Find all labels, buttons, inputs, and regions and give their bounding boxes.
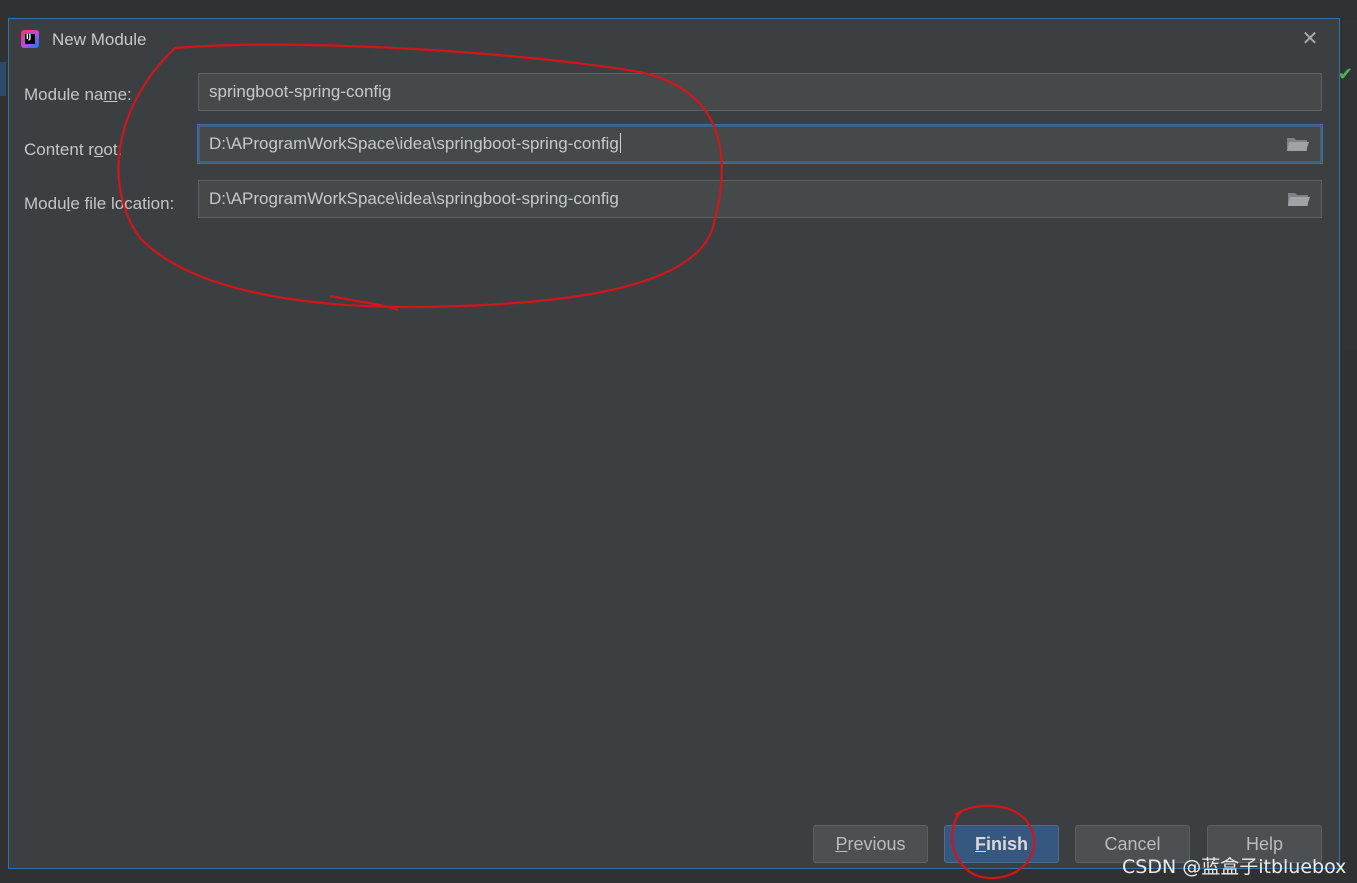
intellij-app-icon: IJ <box>21 30 39 48</box>
dialog-title: New Module <box>52 30 147 49</box>
background-tab-strip <box>0 62 6 96</box>
folder-icon[interactable] <box>1286 135 1310 153</box>
content-root-label: Content root: <box>24 140 123 159</box>
module-name-row: Module name: springboot-spring-config <box>9 73 1339 113</box>
close-icon[interactable]: ✕ <box>1299 27 1321 49</box>
new-module-dialog: IJ New Module ✕ Module name: springboot-… <box>8 18 1340 869</box>
background-check-icon: ✔ <box>1338 64 1354 85</box>
module-name-input[interactable]: springboot-spring-config <box>198 73 1322 111</box>
module-file-location-label: Module file location: <box>24 194 175 213</box>
content-root-value: D:\AProgramWorkSpace\idea\springboot-spr… <box>209 134 619 153</box>
content-root-input[interactable]: D:\AProgramWorkSpace\idea\springboot-spr… <box>198 125 1322 163</box>
module-file-location-row: Module file location: D:\AProgramWorkSpa… <box>9 180 1339 220</box>
finish-button[interactable]: Finish <box>944 825 1059 863</box>
module-name-value: springboot-spring-config <box>209 82 392 101</box>
module-name-label: Module name: <box>24 85 132 104</box>
module-file-location-value: D:\AProgramWorkSpace\idea\springboot-spr… <box>209 189 619 208</box>
dialog-titlebar[interactable]: IJ New Module ✕ <box>9 19 1339 59</box>
text-caret <box>619 133 621 153</box>
watermark: CSDN @蓝盒子itbluebox <box>1122 856 1347 878</box>
folder-icon[interactable] <box>1287 190 1311 208</box>
module-file-location-input[interactable]: D:\AProgramWorkSpace\idea\springboot-spr… <box>198 180 1322 218</box>
app-icon-letters: IJ <box>26 33 32 41</box>
content-root-row: Content root: D:\AProgramWorkSpace\idea\… <box>9 125 1339 165</box>
previous-button[interactable]: Previous <box>813 825 928 863</box>
